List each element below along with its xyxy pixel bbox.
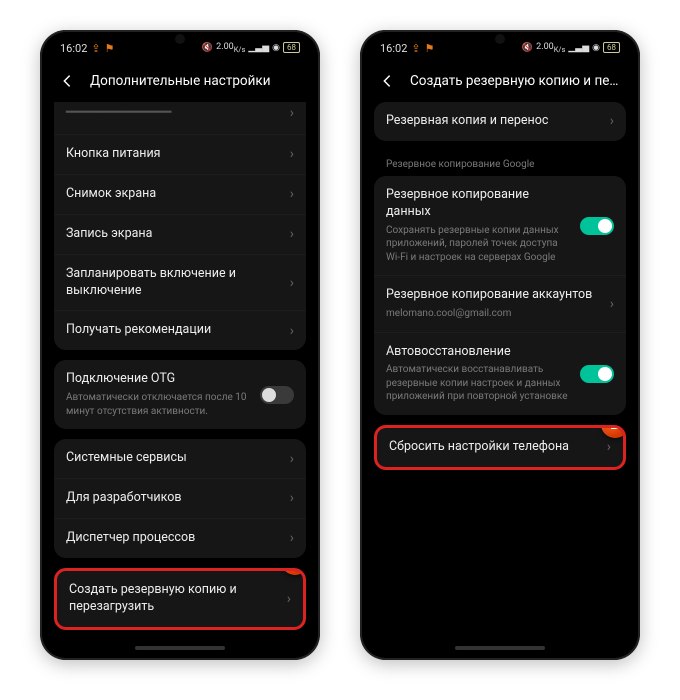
settings-row-backup-reset[interactable]: Создать резервную копию и перезагрузить … — [57, 571, 303, 627]
bookmark-icon: ⚑ — [425, 42, 435, 55]
settings-row-process-manager[interactable]: Диспетчер процессов › — [54, 518, 306, 558]
settings-group-backup-transfer: Резервная копия и перенос › — [374, 102, 626, 141]
settings-row-reset-phone-highlighted: 2 Сбросить настройки телефона › — [374, 425, 626, 470]
phone-left: 16:02 ⇪ ⚑ 🔇 2.00K/s ▁▃▅ ◉ 68 Дополнитель… — [40, 30, 320, 660]
settings-row-recommendations[interactable]: Получать рекомендации › — [54, 310, 306, 350]
settings-row-developer[interactable]: Для разработчиков › — [54, 478, 306, 518]
settings-row-otg[interactable]: Подключение OTG Автоматически отключаетс… — [54, 360, 306, 429]
phone-right: 16:02 ⇪ ⚑ 🔇 2.00K/s ▁▃▅ ◉ 68 Создать рез… — [360, 30, 640, 660]
chevron-right-icon: › — [290, 490, 294, 506]
gesture-bar — [135, 646, 225, 650]
settings-row-backup-transfer[interactable]: Резервная копия и перенос › — [374, 102, 626, 141]
settings-group-google-backup: Резервное копирование данных Сохранять р… — [374, 176, 626, 415]
toggle-otg[interactable] — [260, 386, 294, 404]
settings-group-otg: Подключение OTG Автоматически отключаетс… — [54, 360, 306, 429]
settings-row-autorestore[interactable]: Автовосстановление Автоматически восстан… — [374, 332, 626, 415]
wifi-icon: ◉ — [272, 43, 280, 53]
chevron-right-icon: › — [290, 146, 294, 162]
mute-icon: 🔇 — [202, 43, 213, 53]
settings-row-screenshot[interactable]: Снимок экрана › — [54, 174, 306, 214]
settings-row-screen-record[interactable]: Запись экрана › — [54, 214, 306, 254]
settings-row-system-services[interactable]: Системные сервисы › — [54, 439, 306, 478]
section-google-backup: Резервное копирование Google — [374, 151, 626, 176]
settings-content: ━━━━━━━━━━━━━━ › Кнопка питания › Снимок… — [46, 102, 314, 643]
status-time: 16:02 — [380, 42, 407, 55]
screen-left: 16:02 ⇪ ⚑ 🔇 2.00K/s ▁▃▅ ◉ 68 Дополнитель… — [46, 36, 314, 654]
page-header: Дополнительные настройки — [46, 60, 314, 102]
settings-row-data-backup[interactable]: Резервное копирование данных Сохранять р… — [374, 176, 626, 275]
chevron-right-icon: › — [610, 296, 614, 312]
toggle-data-backup[interactable] — [580, 217, 614, 235]
chevron-right-icon: › — [607, 439, 611, 455]
mute-icon: 🔇 — [522, 43, 533, 53]
net-speed: 2.00K/s — [536, 42, 565, 54]
gesture-bar — [455, 646, 545, 650]
page-header: Создать резервную копию и перезаг... — [366, 60, 634, 102]
page-title: Создать резервную копию и перезаг... — [410, 73, 624, 89]
net-speed: 2.00K/s — [216, 42, 245, 54]
chevron-right-icon: › — [290, 186, 294, 202]
settings-content: Резервная копия и перенос › Резервное ко… — [366, 102, 634, 643]
wifi-icon: ◉ — [592, 43, 600, 53]
chevron-right-icon: › — [287, 591, 291, 607]
settings-row-power-button[interactable]: Кнопка питания › — [54, 134, 306, 174]
bookmark-icon: ⚑ — [105, 42, 115, 55]
screen-right: 16:02 ⇪ ⚑ 🔇 2.00K/s ▁▃▅ ◉ 68 Создать рез… — [366, 36, 634, 654]
chevron-right-icon: › — [290, 323, 294, 339]
back-arrow-icon[interactable] — [376, 70, 398, 92]
chevron-right-icon: › — [290, 451, 294, 467]
signal-icon: ▁▃▅ — [568, 43, 589, 53]
settings-row-backup-reset-highlighted: 1 Создать резервную копию и перезагрузит… — [54, 568, 306, 630]
chevron-right-icon: › — [290, 105, 294, 121]
settings-group-1: ━━━━━━━━━━━━━━ › Кнопка питания › Снимок… — [54, 102, 306, 350]
battery-icon: 68 — [283, 42, 300, 53]
signal-icon: ▁▃▅ — [248, 43, 269, 53]
settings-row-account-backup[interactable]: Резервное копирование аккаунтов melomano… — [374, 275, 626, 331]
chevron-right-icon: › — [290, 530, 294, 546]
chevron-right-icon: › — [290, 275, 294, 291]
camera-notch — [495, 34, 505, 44]
camera-notch — [175, 34, 185, 44]
settings-row-reset-phone[interactable]: Сбросить настройки телефона › — [377, 428, 623, 467]
settings-row-scheduled-power[interactable]: Запланировать включение и выключение › — [54, 254, 306, 311]
settings-group-3: Системные сервисы › Для разработчиков › … — [54, 439, 306, 558]
cast-icon: ⇪ — [411, 42, 420, 55]
chevron-right-icon: › — [610, 113, 614, 129]
settings-row-truncated[interactable]: ━━━━━━━━━━━━━━ › — [54, 102, 306, 134]
page-title: Дополнительные настройки — [90, 73, 304, 89]
status-time: 16:02 — [60, 42, 87, 55]
back-arrow-icon[interactable] — [56, 70, 78, 92]
cast-icon: ⇪ — [91, 42, 100, 55]
chevron-right-icon: › — [290, 226, 294, 242]
battery-icon: 68 — [603, 42, 620, 53]
toggle-autorestore[interactable] — [580, 365, 614, 383]
